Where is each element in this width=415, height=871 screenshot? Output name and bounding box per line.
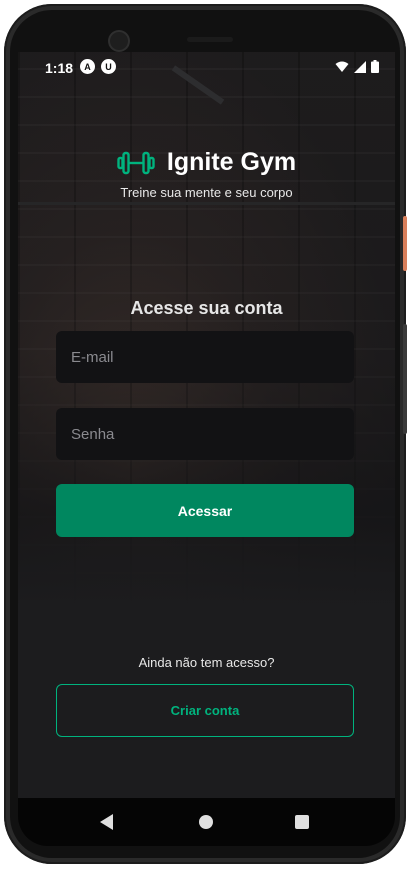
front-camera [110, 32, 128, 50]
notification-icon: U [101, 59, 116, 74]
email-placeholder: E-mail [71, 348, 114, 366]
dumbbell-icon [117, 151, 155, 174]
back-icon[interactable] [100, 814, 113, 830]
wall-rail [18, 202, 395, 205]
status-time: 1:18 [45, 60, 74, 76]
app-screen: 1:18 A U Ignite Gym Treine sua mente e s… [18, 52, 395, 798]
signup-prompt: Ainda não tem acesso? [138, 655, 275, 670]
tagline: Treine sua mente e seu corpo [120, 185, 293, 200]
login-heading: Acesse sua conta [130, 298, 283, 318]
wifi-icon [335, 61, 349, 72]
power-button [403, 216, 407, 271]
earpiece-speaker [187, 37, 233, 42]
create-account-button[interactable]: Criar conta [56, 684, 354, 737]
recents-icon[interactable] [295, 815, 309, 829]
volume-button [403, 324, 407, 434]
login-button[interactable]: Acessar [56, 484, 354, 537]
password-input[interactable]: Senha [56, 408, 354, 460]
battery-icon [371, 60, 379, 73]
android-nav-bar [18, 798, 395, 846]
login-button-label: Acessar [177, 502, 233, 519]
notification-icon: A [80, 59, 95, 74]
app-name: Ignite Gym [166, 148, 297, 176]
home-icon[interactable] [199, 815, 213, 829]
password-placeholder: Senha [71, 425, 115, 443]
status-bar: 1:18 A U [18, 52, 395, 84]
brand-logo: Ignite Gym [18, 148, 395, 177]
cellular-signal-icon [354, 60, 366, 73]
email-input[interactable]: E-mail [56, 331, 354, 383]
create-account-label: Criar conta [170, 703, 240, 718]
